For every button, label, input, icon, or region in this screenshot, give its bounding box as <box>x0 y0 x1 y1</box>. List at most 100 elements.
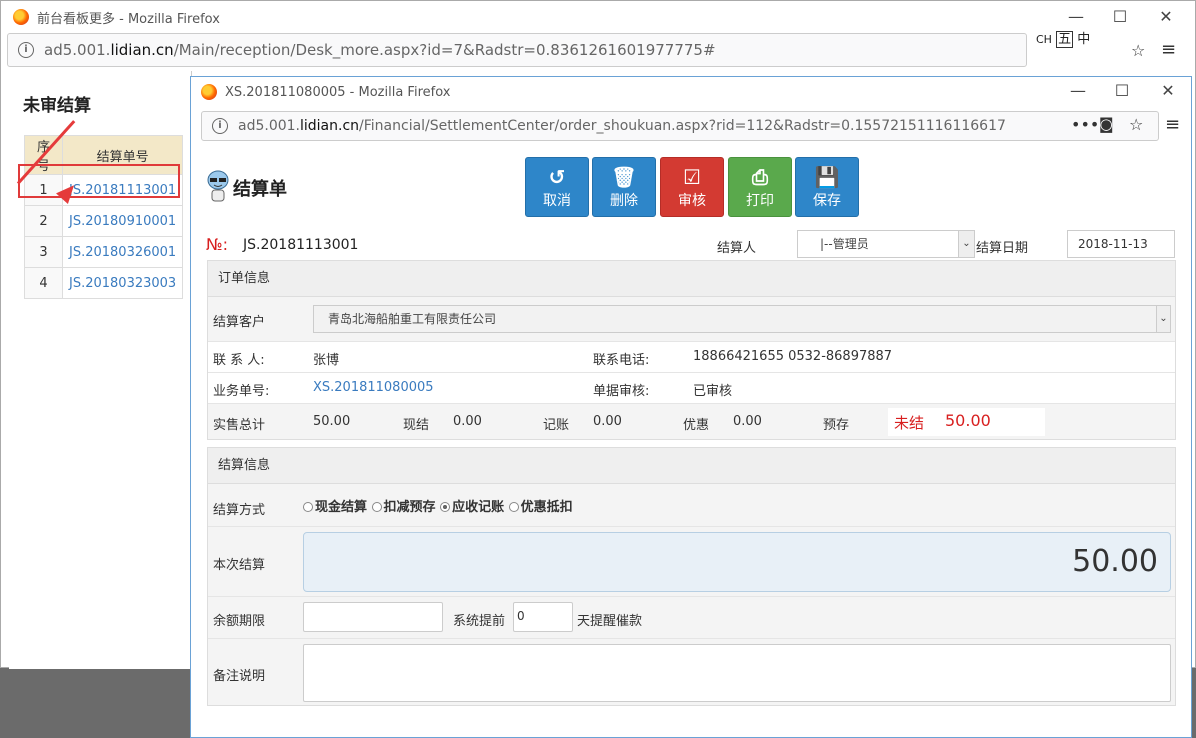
customer-row: 结算客户 青岛北海船舶重工有限责任公司 ⌄ <box>208 297 1175 341</box>
customer-value: 青岛北海船舶重工有限责任公司 <box>328 312 497 326</box>
memo-row: 备注说明 <box>208 638 1175 705</box>
firefox-logo-icon <box>201 84 217 100</box>
close-icon[interactable]: ✕ <box>1145 79 1191 103</box>
bookmark-star-icon[interactable]: ☆ <box>1129 115 1143 134</box>
bizno-label: 业务单号: <box>213 384 270 399</box>
settlement-code-link[interactable]: JS.20180323003 <box>69 276 176 291</box>
back-address-bar[interactable]: i ad5.001. lidian.cn/Main/reception/Desk_… <box>7 33 1027 67</box>
settler-label: 结算人 <box>717 241 757 256</box>
radio-discount[interactable]: 优惠抵扣 <box>508 500 573 515</box>
trash-icon: 🗑 <box>611 165 637 189</box>
front-url-rest: /Financial/SettlementCenter/order_shouku… <box>359 118 1006 134</box>
print-button[interactable]: ⎙ 打印 <box>728 157 792 217</box>
save-button-label: 保存 <box>813 193 841 209</box>
delete-button[interactable]: 🗑 删除 <box>592 157 656 217</box>
back-url-prefix: ad5.001. <box>44 41 111 59</box>
contact-label: 联 系 人: <box>213 353 265 368</box>
settle-info-panel: 结算信息 结算方式 现金结算 扣减预存 应收记账 优惠抵扣 本次结算 50.00… <box>207 447 1176 706</box>
settlement-code-link[interactable]: JS.20180910001 <box>69 214 176 229</box>
bizno-link[interactable]: XS.201811080005 <box>313 380 434 395</box>
radio-receivable[interactable]: 应收记账 <box>440 500 504 515</box>
status-value: 50.00 <box>945 411 991 430</box>
page-heading: 未审结算 <box>23 96 91 116</box>
cash-value: 0.00 <box>453 414 482 429</box>
memo-textarea[interactable] <box>303 644 1171 702</box>
customer-select[interactable]: 青岛北海船舶重工有限责任公司 ⌄ <box>313 305 1171 333</box>
maximize-icon[interactable]: ☐ <box>1097 5 1143 29</box>
table-row: 2 JS.20180910001 <box>24 205 184 237</box>
back-url-rest: /Main/reception/Desk_more.aspx?id=7&Rads… <box>173 41 716 59</box>
customer-label: 结算客户 <box>213 315 266 330</box>
order-info-title: 订单信息 <box>208 261 1175 297</box>
radio-cash[interactable]: 现金结算 <box>303 500 367 515</box>
date-label: 结算日期 <box>976 241 1029 256</box>
pocket-icon[interactable]: ◙ <box>1099 115 1114 133</box>
cancel-button-label: 取消 <box>543 193 571 209</box>
table-row: 3 JS.20180326001 <box>24 236 184 268</box>
front-address-bar[interactable]: i ad5.001. lidian.cn/Financial/Settlement… <box>201 111 1159 141</box>
memo-label: 备注说明 <box>213 669 266 684</box>
maximize-icon[interactable]: ☐ <box>1099 79 1145 103</box>
ime-ch: CH <box>1036 33 1052 46</box>
audit-button-label: 审核 <box>678 193 706 209</box>
settlement-mascot-icon <box>207 170 229 202</box>
phone-label: 联系电话: <box>593 353 650 368</box>
front-window-title: XS.201811080005 - Mozilla Firefox <box>225 84 451 100</box>
order-number: JS.20181113001 <box>243 237 359 253</box>
info-icon[interactable]: i <box>212 118 228 134</box>
row-num: 3 <box>24 236 63 268</box>
audit-button[interactable]: ☑ 审核 <box>660 157 724 217</box>
row-num: 4 <box>24 267 63 299</box>
deadline-label: 余额期限 <box>213 614 266 629</box>
floppy-icon: 💾 <box>814 165 840 189</box>
discount-label: 优惠 <box>683 418 710 433</box>
review-value: 已审核 <box>693 384 733 399</box>
save-button[interactable]: 💾 保存 <box>795 157 859 217</box>
printer-icon: ⎙ <box>752 165 768 189</box>
total-label: 实售总计 <box>213 418 266 433</box>
front-browser-window: XS.201811080005 - Mozilla Firefox — ☐ ✕ … <box>190 76 1192 738</box>
chevron-down-icon: ⌄ <box>1156 306 1170 332</box>
remind-suffix: 天提醒催款 <box>577 614 643 629</box>
row-num: 2 <box>24 205 63 237</box>
settle-info-title: 结算信息 <box>208 448 1175 484</box>
status-box: 未结 50.00 <box>888 408 1045 436</box>
current-label: 本次结算 <box>213 558 266 573</box>
phone-value: 18866421655 0532-86897887 <box>693 349 893 364</box>
deadline-input[interactable] <box>303 602 443 632</box>
minimize-icon[interactable]: — <box>1053 5 1099 29</box>
remind-days-input[interactable]: 0 <box>513 602 573 632</box>
total-value: 50.00 <box>313 414 351 429</box>
contact-value: 张博 <box>313 353 340 368</box>
back-window-titlebar: 前台看板更多 - Mozilla Firefox <box>1 1 1195 33</box>
account-label: 记账 <box>543 418 570 433</box>
totals-row: 实售总计 50.00 现结 0.00 记账 0.00 优惠 0.00 预存 未结… <box>208 403 1175 439</box>
minimize-icon[interactable]: — <box>1055 79 1101 103</box>
current-amount-input[interactable]: 50.00 <box>303 532 1171 592</box>
review-label: 单据审核: <box>593 384 650 399</box>
front-url-prefix: ad5.001. <box>238 118 300 134</box>
chevron-down-icon: ⌄ <box>958 231 974 257</box>
front-url-domain: lidian.cn <box>300 118 360 134</box>
settlement-code-link[interactable]: JS.20180326001 <box>69 245 176 260</box>
hamburger-menu-icon[interactable]: ≡ <box>1161 39 1176 60</box>
more-actions-icon[interactable]: ••• <box>1071 115 1099 134</box>
status-label: 未结 <box>894 414 925 432</box>
method-label: 结算方式 <box>213 503 266 518</box>
deadline-row: 余额期限 系统提前 0 天提醒催款 <box>208 596 1175 638</box>
bookmark-star-icon[interactable]: ☆ <box>1131 41 1145 60</box>
checkbox-icon: ☑ <box>683 165 701 189</box>
highlight-box <box>18 164 180 198</box>
cancel-button[interactable]: ↺ 取消 <box>525 157 589 217</box>
close-icon[interactable]: ✕ <box>1143 5 1189 29</box>
info-icon[interactable]: i <box>18 42 34 58</box>
settler-select[interactable]: |--管理员 ⌄ <box>797 230 975 258</box>
radio-prepay[interactable]: 扣减预存 <box>371 500 436 515</box>
order-info-panel: 订单信息 结算客户 青岛北海船舶重工有限责任公司 ⌄ 联 系 人: 张博 联系电… <box>207 260 1176 440</box>
ime-indicator[interactable]: CH 五 中 <box>1036 28 1106 48</box>
bizno-row: 业务单号: XS.201811080005 单据审核: 已审核 <box>208 372 1175 403</box>
settlement-date-input[interactable]: 2018-11-13 <box>1067 230 1175 258</box>
hamburger-menu-icon[interactable]: ≡ <box>1165 114 1180 135</box>
undo-icon: ↺ <box>548 165 566 189</box>
prepay-label: 预存 <box>823 418 850 433</box>
